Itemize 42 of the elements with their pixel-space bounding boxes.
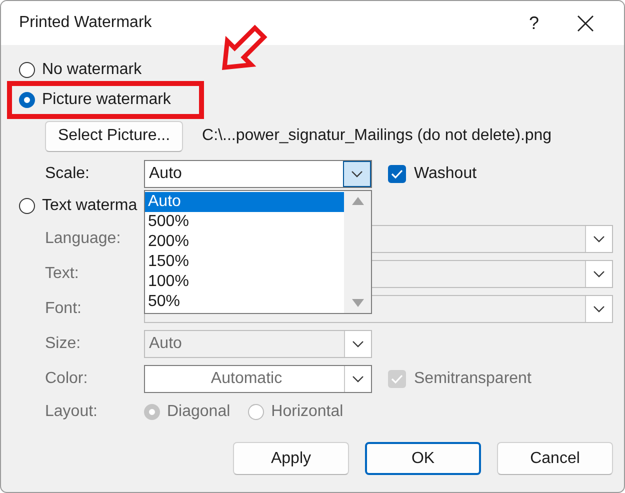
field-label: Size: bbox=[45, 335, 82, 353]
scrollbar[interactable] bbox=[344, 191, 371, 313]
chevron-down-icon bbox=[352, 375, 364, 383]
list-option[interactable]: 200% bbox=[145, 232, 344, 252]
radio-label[interactable]: Text waterma bbox=[42, 197, 138, 215]
list-option[interactable]: 100% bbox=[145, 272, 344, 292]
field-label: Scale: bbox=[45, 165, 90, 183]
chevron-down-icon bbox=[593, 305, 605, 313]
radio-label[interactable]: No watermark bbox=[42, 61, 142, 79]
chevron-down-icon bbox=[352, 340, 364, 348]
dialog-button[interactable]: Cancel bbox=[497, 442, 613, 475]
arrow-icon bbox=[222, 24, 268, 70]
radio-button[interactable] bbox=[19, 62, 35, 78]
chevron-down-icon bbox=[351, 170, 363, 178]
list-option[interactable]: Auto bbox=[145, 192, 344, 212]
radio-button[interactable] bbox=[19, 198, 35, 214]
chevron-down-icon bbox=[593, 235, 605, 243]
chevron-down-icon bbox=[593, 270, 605, 278]
scroll-down-icon[interactable] bbox=[352, 299, 364, 307]
check-icon bbox=[391, 374, 403, 384]
field-label: Layout: bbox=[45, 403, 98, 421]
close-icon[interactable] bbox=[577, 14, 594, 32]
scale-dropdown[interactable]: Auto bbox=[144, 160, 372, 188]
list-option[interactable]: 50% bbox=[145, 292, 344, 312]
window-title: Printed Watermark bbox=[19, 14, 153, 32]
checkbox-label[interactable]: Washout bbox=[414, 165, 477, 183]
checkbox[interactable] bbox=[388, 165, 406, 183]
dialog-button[interactable]: Apply bbox=[233, 442, 349, 475]
radio-button[interactable] bbox=[19, 92, 35, 108]
radio-label[interactable]: Picture watermark bbox=[42, 91, 171, 109]
dialog-button[interactable]: OK bbox=[365, 442, 481, 475]
field-label: Language: bbox=[45, 230, 122, 248]
list-option[interactable]: 150% bbox=[145, 252, 344, 272]
list-option[interactable]: 500% bbox=[145, 212, 344, 232]
field-label: Font: bbox=[45, 300, 82, 318]
scroll-up-icon[interactable] bbox=[352, 197, 364, 205]
field-label: Text: bbox=[45, 265, 80, 283]
field-label: Color: bbox=[45, 370, 89, 388]
file-path: C:\...power_signatur_Mailings (do not delete).png bbox=[202, 127, 552, 145]
help-button[interactable]: ? bbox=[509, 12, 559, 34]
select-picture-button[interactable]: Select Picture... bbox=[45, 120, 184, 152]
check-icon bbox=[391, 169, 403, 179]
